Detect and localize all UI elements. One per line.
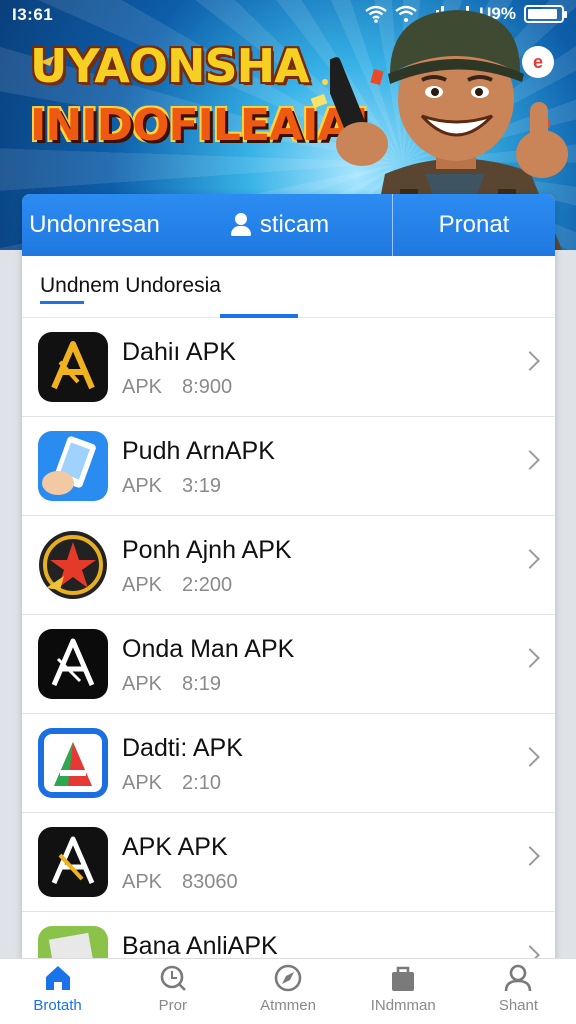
home-icon [45,966,70,990]
app-name: Dahiı APK [122,338,236,366]
nav-label: INdmman [370,997,436,1014]
app-size: 3:19 [182,475,221,497]
app-size: 8:19 [182,673,221,695]
bag-icon [392,966,415,991]
app-meta: APK 83060 [122,871,238,894]
list-item[interactable]: APK APK APK 83060 [22,813,555,912]
apk-a-gold-icon [38,827,108,897]
nav-label: Brotath [33,997,82,1014]
app-meta: APK 2:10 [122,772,221,795]
tab-label: Pronat [438,211,510,238]
list-item[interactable]: Pudh ArnAPK APK 3:19 [22,417,555,516]
chevron-right-icon [520,549,540,569]
apk-a-gold-icon [38,332,108,402]
list-item[interactable]: Dadti: APK APK 2:10 [22,714,555,813]
tab-label: Undonresan [29,211,160,238]
list-item[interactable]: Onda Man APK APK 8:19 [22,615,555,714]
app-type: APK [122,376,163,398]
nav-search[interactable]: Pror [115,959,230,1024]
app-type: APK [122,574,163,596]
app-meta: APK 2:200 [122,574,232,597]
tab-sticam[interactable]: sticam [167,194,392,256]
app-type: APK [122,475,163,497]
list-item[interactable]: Dahiı APK APK 8:900 [22,318,555,417]
nav-home[interactable]: Brotath [0,959,115,1024]
app-type: APK [122,772,163,794]
colorful-a-icon [38,728,108,798]
chevron-right-icon [520,747,540,767]
subheader-label[interactable]: Undnem Undoresia [40,274,221,298]
nav-label: Atmmen [260,997,316,1014]
app-size: 2:200 [182,574,233,596]
user-icon [230,213,252,237]
app-name: Ponh Ajnh APK [122,536,292,564]
tab-pronat[interactable]: Pronat [392,194,555,256]
nav-label: Pror [158,997,187,1014]
app-meta: APK 3:19 [122,475,221,498]
compass-icon [274,964,302,992]
list-item[interactable]: Ponh Ajnh APK APK 2:200 [22,516,555,615]
app-list: Dahiı APK APK 8:900 Pudh ArnAPK APK 3:19 [22,318,555,974]
nav-label: Shant [498,997,539,1014]
notification-badge[interactable]: e [522,46,554,78]
chevron-right-icon [520,351,540,371]
app-name: Bana AnliAPK [122,932,278,960]
chevron-right-icon [520,648,540,668]
bottom-navigation: Brotath Pror Atmmen INdmman Shant [0,958,576,1024]
chevron-right-icon [520,450,540,470]
profile-icon [505,964,532,992]
app-name: Onda Man APK [122,635,295,663]
app-size: 2:10 [182,772,221,794]
app-name: Dadti: APK [122,734,243,762]
subheader-underline [40,301,84,304]
chevron-right-icon [520,846,540,866]
nav-profile[interactable]: Shant [461,959,576,1024]
tab-label: sticam [259,211,330,238]
tab-undonresan[interactable]: Undonresan [22,194,167,256]
app-name: Pudh ArnAPK [122,437,275,465]
app-list-card: Undonresan sticam Pronat Undnem Undoresi… [22,194,555,974]
rocket-badge-icon [38,530,108,600]
app-type: APK [122,673,163,695]
apk-a-white-icon [38,629,108,699]
subheader: Undnem Undoresia [22,256,555,318]
app-type: APK [122,871,163,893]
nav-bag[interactable]: INdmman [346,959,461,1024]
app-name: APK APK [122,833,228,861]
nav-explore[interactable]: Atmmen [230,959,345,1024]
hand-phone-icon [38,431,108,501]
app-size: 83060 [182,871,238,893]
app-size: 8:900 [182,376,233,398]
search-icon [160,965,186,991]
app-meta: APK 8:19 [122,673,221,696]
app-meta: APK 8:900 [122,376,232,399]
top-tabbar: Undonresan sticam Pronat [22,194,555,256]
